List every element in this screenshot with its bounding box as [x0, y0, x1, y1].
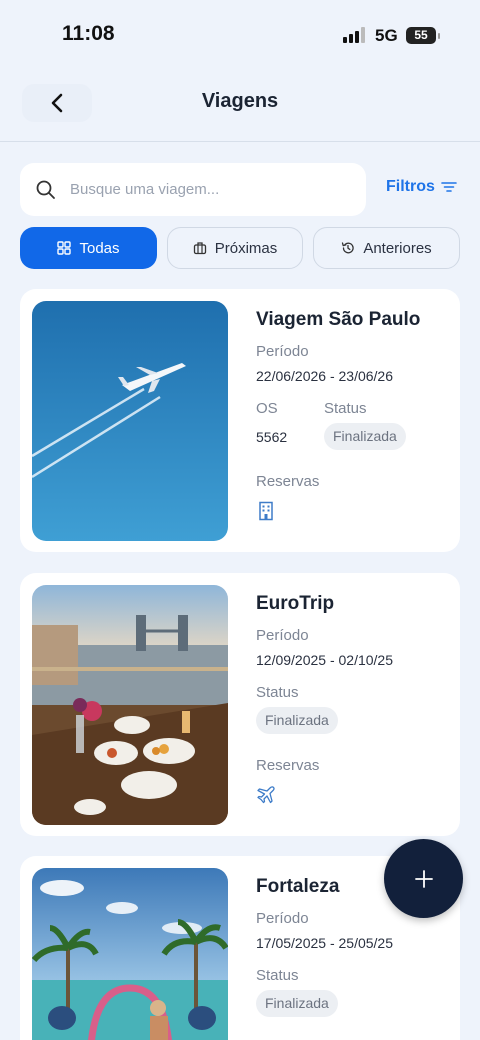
period-value: 22/06/2026 - 23/06/26 [256, 368, 394, 384]
search-box[interactable] [20, 163, 366, 216]
add-trip-button[interactable] [384, 839, 463, 918]
status-time: 11:08 [62, 22, 115, 45]
status-badge: Finalizada [256, 707, 338, 734]
reservations-label: Reservas [256, 757, 320, 774]
status-bar: 11:08 5G 55 [0, 0, 480, 70]
tab-label: Todas [79, 239, 120, 257]
filter-icon [441, 182, 457, 192]
period-value: 17/05/2025 - 25/05/25 [256, 935, 394, 951]
os-label: OS [256, 400, 278, 417]
status-label: Status [256, 967, 299, 984]
luggage-icon [193, 242, 206, 255]
header: Viagens [0, 70, 480, 142]
tab-label: Próximas [214, 239, 278, 257]
trip-photo-beach [32, 868, 228, 1040]
page-title: Viagens [201, 90, 279, 112]
trip-title: EuroTrip [256, 593, 335, 614]
trip-tabs: Todas Próximas Anteriores [20, 227, 460, 269]
tab-anteriores[interactable]: Anteriores [313, 227, 460, 269]
reservations-label: Reservas [256, 473, 320, 490]
history-icon [342, 242, 355, 254]
battery-icon: 55 [406, 27, 440, 44]
tab-todas[interactable]: Todas [20, 227, 157, 269]
trip-card[interactable]: EuroTrip Período 12/09/2025 - 02/10/25 S… [20, 573, 460, 836]
airplane-icon [257, 786, 275, 804]
signal-icon [343, 27, 369, 43]
trip-title: Viagem São Paulo [256, 309, 421, 330]
search-icon [36, 180, 55, 199]
period-label: Período [256, 343, 309, 360]
period-value: 12/09/2025 - 02/10/25 [256, 652, 394, 668]
search-input[interactable] [70, 181, 330, 198]
status-badge: Finalizada [256, 990, 338, 1017]
trip-photo-airplane [32, 301, 228, 541]
period-label: Período [256, 910, 309, 927]
building-icon [259, 501, 273, 521]
tab-label: Anteriores [363, 239, 432, 257]
trip-title: Fortaleza [256, 876, 340, 897]
trip-photo-london [32, 585, 228, 825]
grid-icon [57, 241, 72, 255]
filters-button[interactable]: Filtros [386, 178, 457, 196]
status-label: Status [324, 400, 367, 417]
os-value: 5562 [256, 429, 288, 445]
network-label: 5G [375, 26, 398, 45]
plus-icon [414, 869, 433, 888]
status-badge: Finalizada [324, 423, 406, 450]
filters-label: Filtros [386, 178, 435, 195]
period-label: Período [256, 627, 309, 644]
trip-card[interactable]: Viagem São Paulo Período 22/06/2026 - 23… [20, 289, 460, 552]
tab-proximas[interactable]: Próximas [167, 227, 303, 269]
status-label: Status [256, 684, 299, 701]
